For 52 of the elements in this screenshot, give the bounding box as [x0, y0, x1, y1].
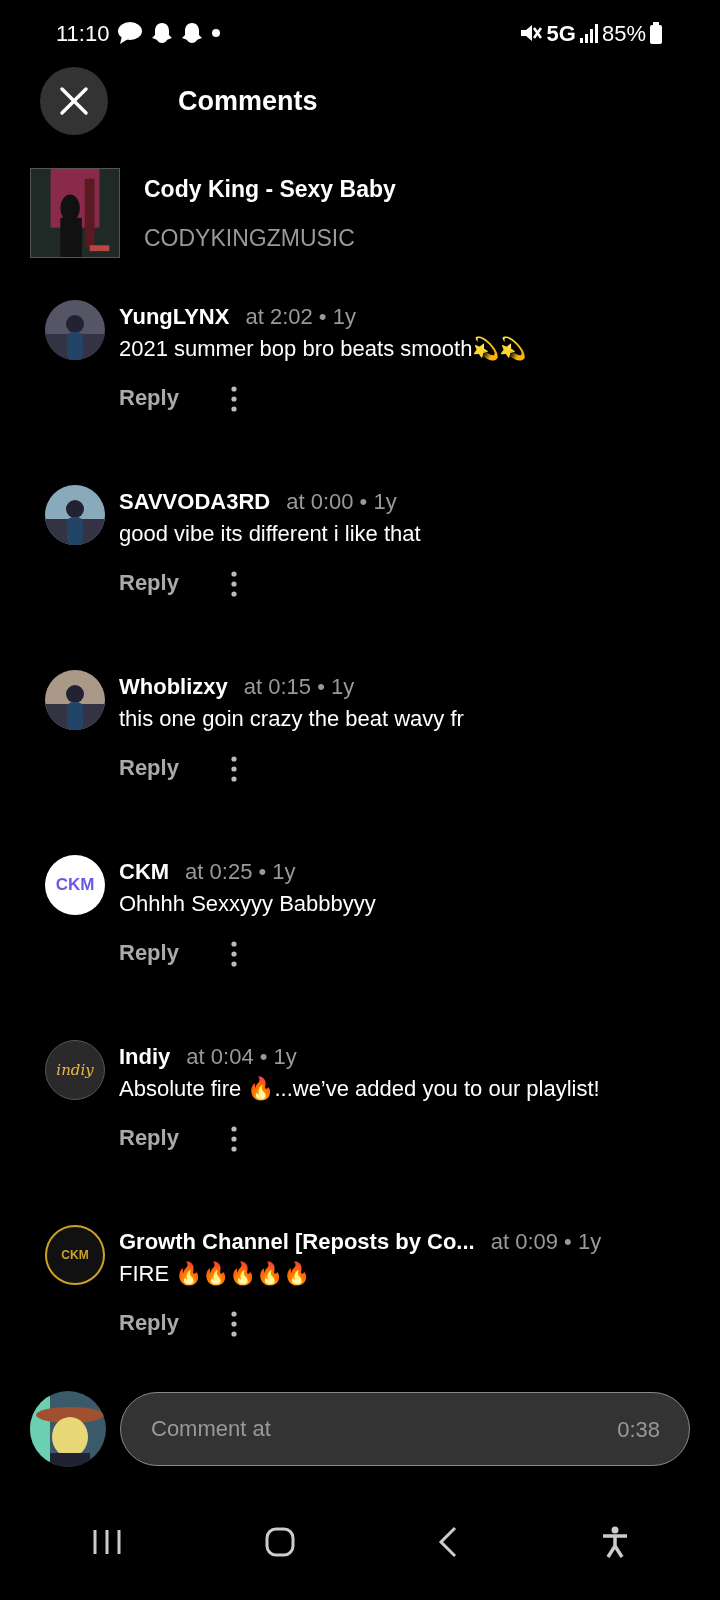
more-icon: [230, 756, 237, 783]
comment-text: Ohhhh Sexxyyy Babbbyyy: [119, 890, 377, 918]
signal-icon: [579, 23, 598, 43]
reply-button[interactable]: Reply: [119, 380, 179, 414]
mute-icon: [518, 22, 543, 44]
username[interactable]: CKM: [119, 855, 170, 888]
track-title[interactable]: Cody King - Sexy Baby: [144, 172, 396, 207]
chat-bubble-icon: [117, 21, 144, 45]
reply-button[interactable]: Reply: [119, 1305, 179, 1339]
comment-text: good vibe its different i like that: [119, 520, 422, 548]
avatar-logo[interactable]: indiy: [45, 1040, 105, 1100]
more-icon: [230, 386, 237, 413]
username[interactable]: Growth Channel [Reposts by Co...: [119, 1225, 475, 1258]
comment-meta: at 0:15 • 1y: [243, 673, 355, 701]
timestamp: 0:38: [617, 1415, 660, 1444]
comment-text: 2021 summer bop bro beats smooth💫💫: [119, 335, 528, 363]
comment-meta: at 0:00 • 1y: [286, 488, 397, 516]
comment-text: Absolute fire 🔥...we’ve added you to our playlist!: [119, 1075, 601, 1103]
more-icon: [230, 941, 237, 968]
network-label: 5G: [546, 19, 576, 48]
username[interactable]: Whoblizxy: [119, 670, 228, 703]
avatar-logo[interactable]: CKM: [45, 1225, 105, 1285]
comment-meta: at 0:25 • 1y: [185, 858, 296, 886]
comment-meta: at 0:09 • 1y: [490, 1228, 602, 1256]
battery-icon: [650, 22, 662, 44]
comment-text: FIRE 🔥🔥🔥🔥🔥: [119, 1260, 312, 1288]
username[interactable]: SAVVODA3RD: [119, 485, 271, 518]
ghost-icon: [181, 21, 204, 45]
battery-percent: 85%: [601, 19, 646, 48]
more-icon: [230, 1311, 237, 1338]
dot-icon: [211, 28, 222, 38]
close-icon: [59, 86, 89, 116]
reply-button[interactable]: Reply: [119, 935, 179, 969]
more-icon: [230, 1126, 237, 1153]
reply-button[interactable]: Reply: [119, 565, 179, 599]
header-title: Comments: [178, 84, 318, 118]
comment-meta: at 0:04 • 1y: [186, 1043, 297, 1071]
username[interactable]: Indiy: [119, 1040, 171, 1073]
more-icon: [230, 571, 237, 598]
reply-button[interactable]: Reply: [119, 750, 179, 784]
recent-apps-icon[interactable]: [91, 1527, 122, 1556]
clock: 11:10: [56, 19, 110, 48]
username[interactable]: YungLYNX: [119, 300, 230, 333]
ghost-icon: [151, 21, 174, 45]
home-icon[interactable]: [264, 1526, 295, 1557]
avatar-logo[interactable]: CKM: [45, 855, 105, 915]
comment-text: this one goin crazy the beat wavy fr: [119, 705, 465, 733]
back-icon[interactable]: [437, 1525, 458, 1558]
accessibility-icon[interactable]: [600, 1525, 629, 1558]
reply-button[interactable]: Reply: [119, 1120, 179, 1154]
comment-meta: at 2:02 • 1y: [245, 303, 356, 331]
artist-name[interactable]: CODYKINGZMUSIC: [144, 220, 396, 255]
